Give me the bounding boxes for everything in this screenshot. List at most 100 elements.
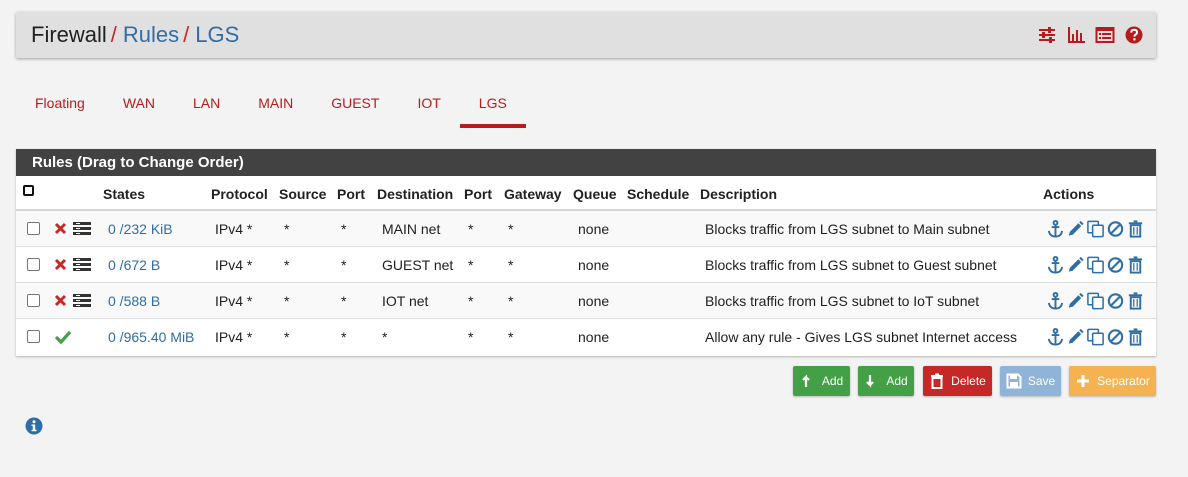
arrow-down-icon	[866, 375, 875, 388]
description-cell: Blocks traffic from LGS subnet to Guest …	[705, 257, 997, 273]
copy-icon[interactable]	[1086, 291, 1105, 311]
bar-chart-icon[interactable]	[1066, 25, 1086, 45]
tab-iot[interactable]: IOT	[398, 82, 459, 128]
copy-icon[interactable]	[1086, 255, 1105, 275]
row-actions	[1046, 327, 1145, 347]
gateway-cell: *	[508, 221, 514, 237]
gateway-cell: *	[508, 329, 514, 345]
panel-title: Rules (Drag to Change Order)	[16, 149, 1156, 176]
anchor-icon[interactable]	[1046, 219, 1065, 239]
interface-tabs: Floating WAN LAN MAIN GUEST IOT LGS	[16, 82, 526, 128]
col-port: Port	[337, 186, 365, 202]
delete-button[interactable]: Delete	[923, 366, 992, 396]
block-x-icon	[54, 222, 67, 235]
col-queue: Queue	[573, 186, 617, 202]
source-cell: *	[284, 293, 290, 309]
copy-icon[interactable]	[1086, 327, 1105, 347]
table-row[interactable]: 0 /588 B IPv4 * * * IOT net * * none Blo…	[16, 283, 1156, 319]
log-list-icon	[73, 294, 91, 307]
trash-icon	[931, 373, 944, 389]
add-top-label: Add	[821, 374, 844, 388]
edit-pencil-icon[interactable]	[1066, 327, 1085, 347]
dest-port-cell: *	[468, 329, 474, 345]
tab-floating[interactable]: Floating	[16, 82, 104, 128]
rules-panel: Rules (Drag to Change Order) States Prot…	[16, 149, 1156, 356]
help-icon[interactable]	[1124, 25, 1144, 45]
save-label: Save	[1027, 374, 1056, 388]
edit-pencil-icon[interactable]	[1066, 255, 1085, 275]
tab-main[interactable]: MAIN	[239, 82, 312, 128]
trash-icon[interactable]	[1126, 327, 1145, 347]
queue-cell: none	[578, 329, 610, 345]
edit-pencil-icon[interactable]	[1066, 291, 1085, 311]
anchor-icon[interactable]	[1046, 327, 1065, 347]
col-protocol: Protocol	[211, 186, 268, 202]
disable-icon[interactable]	[1106, 219, 1125, 239]
block-x-icon	[54, 258, 67, 271]
breadcrumb-rules-link[interactable]: Rules	[123, 22, 179, 47]
description-cell: Allow any rule - Gives LGS subnet Intern…	[705, 329, 1018, 345]
states-link[interactable]: 0 /232 KiB	[108, 221, 173, 237]
block-x-icon	[54, 294, 67, 307]
disable-icon[interactable]	[1106, 327, 1125, 347]
source-cell: *	[284, 257, 290, 273]
info-icon[interactable]	[25, 417, 43, 435]
col-destination: Destination	[377, 186, 454, 202]
add-bottom-label: Add	[886, 374, 908, 388]
tab-lan[interactable]: LAN	[174, 82, 239, 128]
table-row[interactable]: 0 /232 KiB IPv4 * * * MAIN net * * none …	[16, 211, 1156, 247]
queue-cell: none	[578, 293, 610, 309]
queue-cell: none	[578, 221, 610, 237]
port-cell: *	[341, 329, 347, 345]
breadcrumb-separator: /	[110, 22, 117, 47]
add-top-button[interactable]: Add	[793, 366, 850, 396]
add-bottom-button[interactable]: Add	[858, 366, 914, 396]
destination-cell: IOT net	[382, 293, 429, 309]
copy-icon[interactable]	[1086, 219, 1105, 239]
separator-button[interactable]: Separator	[1069, 366, 1156, 396]
protocol-cell: IPv4 *	[215, 221, 253, 237]
row-actions	[1046, 291, 1145, 311]
row-checkbox[interactable]	[27, 330, 40, 343]
list-table-icon[interactable]	[1095, 25, 1115, 45]
disable-icon[interactable]	[1106, 291, 1125, 311]
dest-port-cell: *	[468, 293, 474, 309]
states-link[interactable]: 0 /672 B	[108, 257, 160, 273]
protocol-cell: IPv4 *	[215, 293, 253, 309]
anchor-icon[interactable]	[1046, 291, 1065, 311]
disable-icon[interactable]	[1106, 255, 1125, 275]
breadcrumb-lgs-link[interactable]: LGS	[195, 22, 239, 47]
table-row[interactable]: 0 /965.40 MiB IPv4 * * * * * * none Allo…	[16, 319, 1156, 355]
tab-wan[interactable]: WAN	[104, 82, 174, 128]
trash-icon[interactable]	[1126, 291, 1145, 311]
port-cell: *	[341, 221, 347, 237]
sliders-icon[interactable]	[1037, 25, 1057, 45]
trash-icon[interactable]	[1126, 219, 1145, 239]
row-checkbox[interactable]	[27, 258, 40, 271]
log-list-icon	[73, 258, 91, 271]
edit-pencil-icon[interactable]	[1066, 219, 1085, 239]
col-states: States	[103, 186, 146, 202]
gateway-cell: *	[508, 257, 514, 273]
table-row[interactable]: 0 /672 B IPv4 * * * GUEST net * * none B…	[16, 247, 1156, 283]
states-link[interactable]: 0 /588 B	[108, 293, 160, 309]
row-checkbox[interactable]	[27, 294, 40, 307]
rules-table-body: 0 /232 KiB IPv4 * * * MAIN net * * none …	[16, 211, 1156, 355]
table-header: States Protocol Source Port Destination …	[16, 176, 1156, 211]
tab-guest[interactable]: GUEST	[312, 82, 398, 128]
save-button[interactable]: Save	[1000, 366, 1061, 396]
tab-lgs[interactable]: LGS	[459, 82, 526, 128]
port-cell: *	[341, 257, 347, 273]
col-source: Source	[279, 186, 327, 202]
row-checkbox[interactable]	[27, 222, 40, 235]
header-icons	[1037, 25, 1144, 45]
select-all-checkbox[interactable]	[23, 185, 34, 196]
source-cell: *	[284, 329, 290, 345]
states-link[interactable]: 0 /965.40 MiB	[108, 329, 194, 345]
anchor-icon[interactable]	[1046, 255, 1065, 275]
separator-label: Separator	[1097, 374, 1150, 388]
trash-icon[interactable]	[1126, 255, 1145, 275]
description-cell: Blocks traffic from LGS subnet to IoT su…	[705, 293, 980, 309]
page-header: Firewall / Rules / LGS	[16, 12, 1156, 58]
breadcrumb: Firewall / Rules / LGS	[31, 22, 239, 48]
